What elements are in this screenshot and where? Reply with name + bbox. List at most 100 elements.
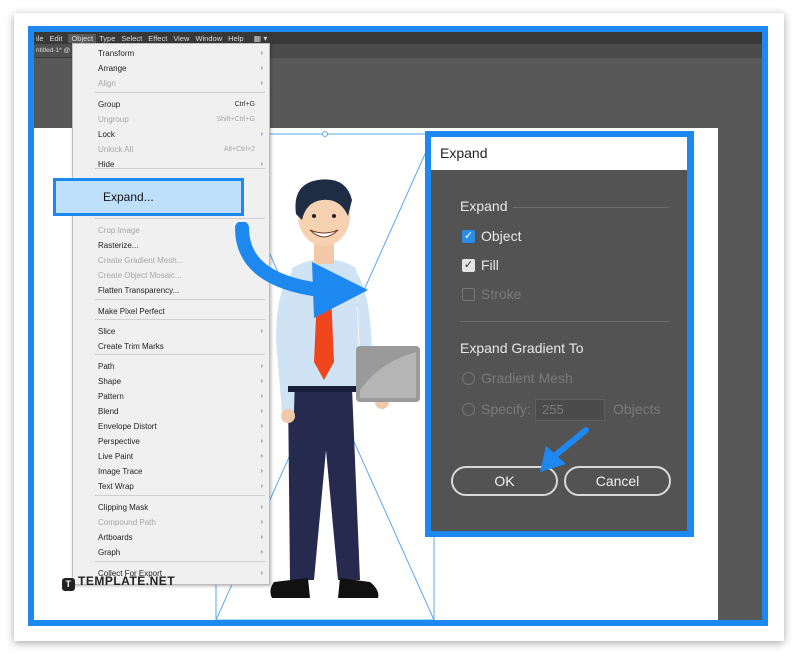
watermark-text: TEMPLATE.NET <box>78 574 176 588</box>
objects-unit-label: Objects <box>613 401 661 417</box>
submenu-chevron-icon: › <box>260 65 263 72</box>
menu-item-label: Flatten Transparency... <box>98 286 180 295</box>
menu-item-transform[interactable]: Transform › <box>73 47 269 61</box>
menu-item-label: Create Gradient Mesh... <box>98 256 184 265</box>
menu-separator <box>95 218 265 219</box>
submenu-chevron-icon: › <box>260 519 263 526</box>
fill-checkbox[interactable]: ✓ <box>462 259 475 272</box>
workspace-switcher-icon[interactable]: ▦ ▾ <box>254 34 274 43</box>
menu-item-arrange[interactable]: Arrange › <box>73 62 269 76</box>
menu-item-align[interactable]: Align › <box>73 77 269 91</box>
dialog-title: Expand <box>431 137 687 170</box>
menu-item-lock[interactable]: Lock › <box>73 128 269 142</box>
menu-item-shortcut: Shift+Ctrl+G <box>216 116 255 123</box>
menu-item-live-paint[interactable]: Live Paint › <box>73 450 269 464</box>
annotation-arrow-icon <box>235 222 368 318</box>
menu-item-ungroup[interactable]: Ungroup Shift+Ctrl+G <box>73 113 269 127</box>
menu-item-shortcut: Alt+Ctrl+2 <box>223 146 255 153</box>
menu-item-label: Artboards <box>98 533 133 542</box>
object-checkbox[interactable]: ✓ <box>462 230 475 243</box>
template-logo-mark-icon: T <box>62 578 75 591</box>
submenu-chevron-icon: › <box>260 50 263 57</box>
menu-item-unlock-all[interactable]: Unlock All Alt+Ctrl+2 <box>73 143 269 157</box>
menu-item-shortcut: Ctrl+G <box>234 101 255 108</box>
menu-item-text-wrap[interactable]: Text Wrap › <box>73 480 269 494</box>
stroke-checkbox-label: Stroke <box>481 286 522 302</box>
menu-item-create-trim-marks[interactable]: Create Trim Marks <box>73 340 269 354</box>
menu-type[interactable]: Type <box>99 34 121 43</box>
menu-item-label: Hide <box>98 160 115 169</box>
menu-item-label: Perspective <box>98 437 140 446</box>
stroke-checkbox[interactable] <box>462 288 475 301</box>
menu-item-label: Align <box>98 79 116 88</box>
menu-item-label: Slice <box>98 327 116 336</box>
menu-item-group[interactable]: Group Ctrl+G <box>73 98 269 112</box>
gradient-mesh-radio[interactable] <box>462 372 475 385</box>
object-checkbox-label: Object <box>481 228 522 244</box>
menu-item-label: Compound Path <box>98 518 156 527</box>
menu-item-blend[interactable]: Blend › <box>73 405 269 419</box>
menu-separator <box>95 92 265 93</box>
submenu-chevron-icon: › <box>260 534 263 541</box>
expand-menu-item-label: Expand... <box>103 190 154 204</box>
submenu-chevron-icon: › <box>260 453 263 460</box>
expand-group-label: Expand <box>460 198 508 214</box>
menu-item-shape[interactable]: Shape › <box>73 375 269 389</box>
gradient-mesh-label: Gradient Mesh <box>481 370 573 386</box>
specify-radio[interactable] <box>462 403 475 416</box>
menu-item-artboards[interactable]: Artboards › <box>73 531 269 545</box>
fill-checkbox-label: Fill <box>481 257 499 273</box>
menu-item-label: Path <box>98 362 115 371</box>
submenu-chevron-icon: › <box>260 393 263 400</box>
menu-effect[interactable]: Effect <box>148 34 173 43</box>
menu-item-label: Make Pixel Perfect <box>98 307 165 316</box>
submenu-chevron-icon: › <box>260 438 263 445</box>
expand-gradient-label: Expand Gradient To <box>460 340 584 356</box>
menu-item-label: Shape <box>98 377 122 386</box>
menu-item-compound-path[interactable]: Compound Path › <box>73 516 269 530</box>
specify-objects-input[interactable]: 255 <box>535 399 605 421</box>
menu-item-label: Pattern <box>98 392 124 401</box>
submenu-chevron-icon: › <box>260 468 263 475</box>
menu-select[interactable]: Select <box>121 34 148 43</box>
submenu-chevron-icon: › <box>260 80 263 87</box>
menu-help[interactable]: Help <box>228 34 249 43</box>
menu-item-label: Transform <box>98 49 135 58</box>
submenu-chevron-icon: › <box>260 131 263 138</box>
menu-item-label: Create Trim Marks <box>98 342 164 351</box>
menu-item-slice[interactable]: Slice › <box>73 325 269 339</box>
submenu-chevron-icon: › <box>260 549 263 556</box>
expand-menu-item-highlight[interactable]: Expand... <box>53 178 244 216</box>
menu-item-label: Ungroup <box>98 115 129 124</box>
menu-item-graph[interactable]: Graph › <box>73 546 269 560</box>
menu-item-label: Text Wrap <box>98 482 134 491</box>
menu-item-label: Clipping Mask <box>98 503 149 512</box>
menu-item-label: Arrange <box>98 64 127 73</box>
submenu-chevron-icon: › <box>260 161 263 168</box>
submenu-chevron-icon: › <box>260 504 263 511</box>
submenu-chevron-icon: › <box>260 570 263 577</box>
submenu-chevron-icon: › <box>260 483 263 490</box>
submenu-chevron-icon: › <box>260 423 263 430</box>
menu-item-label: Crop Image <box>98 226 140 235</box>
ok-pointer-arrow-icon <box>540 427 589 472</box>
menu-item-perspective[interactable]: Perspective › <box>73 435 269 449</box>
menu-object[interactable]: Object <box>68 33 97 43</box>
specify-label: Specify: <box>481 401 531 417</box>
menu-item-clipping-mask[interactable]: Clipping Mask › <box>73 501 269 515</box>
menu-file[interactable]: ile <box>34 34 50 43</box>
menu-edit[interactable]: Edit <box>50 34 69 43</box>
menu-item-image-trace[interactable]: Image Trace › <box>73 465 269 479</box>
submenu-chevron-icon: › <box>260 328 263 335</box>
menu-item-label: Lock <box>98 130 115 139</box>
menu-item-hide[interactable]: Hide › <box>73 158 269 172</box>
menu-window[interactable]: Window <box>195 34 228 43</box>
menu-separator <box>95 561 265 562</box>
menu-item-envelope-distort[interactable]: Envelope Distort › <box>73 420 269 434</box>
menu-item-pattern[interactable]: Pattern › <box>73 390 269 404</box>
menu-item-path[interactable]: Path › <box>73 360 269 374</box>
menu-item-label: Live Paint <box>98 452 134 461</box>
menu-item-label: Unlock All <box>98 145 134 154</box>
menu-view[interactable]: View <box>173 34 195 43</box>
section-divider <box>460 321 669 322</box>
